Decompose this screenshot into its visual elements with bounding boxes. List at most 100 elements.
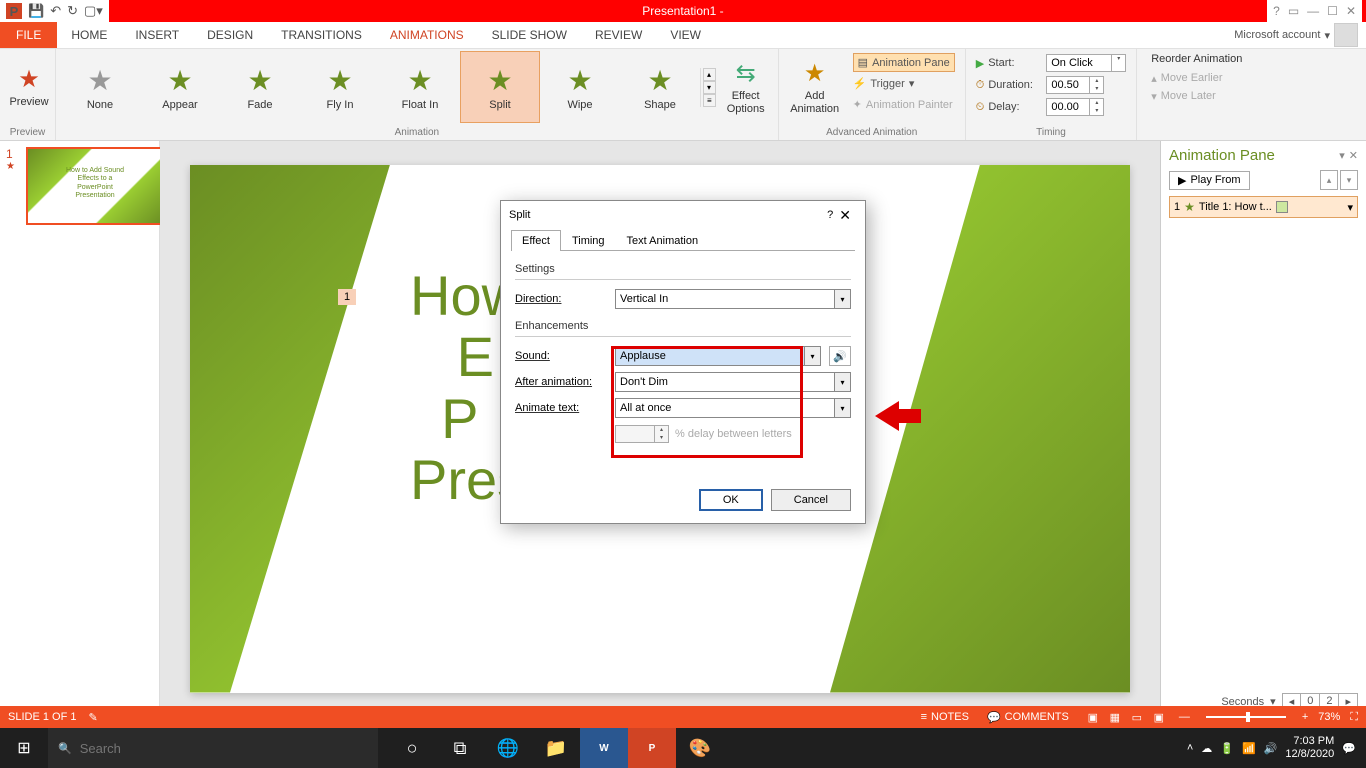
search-box[interactable]: 🔍 — [48, 728, 378, 768]
tab-timing[interactable]: Timing — [561, 230, 616, 251]
duration-input[interactable]: 00.50▴▾ — [1046, 76, 1104, 94]
pane-close-icon[interactable]: ✕ — [1349, 149, 1358, 162]
speaker-icon[interactable]: 🔊 — [829, 346, 851, 366]
anim-appear[interactable]: ★Appear — [140, 51, 220, 123]
tab-transitions[interactable]: TRANSITIONS — [267, 22, 376, 48]
sound-dropdown[interactable]: Applause▾ — [615, 346, 821, 366]
tray-expand-icon[interactable]: ˄ — [1187, 742, 1193, 754]
tab-slideshow[interactable]: SLIDE SHOW — [478, 22, 581, 48]
anim-fade[interactable]: ★Fade — [220, 51, 300, 123]
close-icon[interactable]: ✕ — [1346, 4, 1356, 18]
tab-design[interactable]: DESIGN — [193, 22, 267, 48]
cloud-icon[interactable]: ☁ — [1201, 742, 1212, 755]
sorter-view-icon[interactable]: ▦ — [1105, 709, 1125, 725]
pane-dropdown-icon[interactable]: ▾ — [1339, 149, 1345, 162]
save-icon[interactable]: 💾 — [28, 3, 44, 19]
start-dropdown[interactable]: On Click▾ — [1046, 54, 1126, 72]
direction-label: Direction: — [515, 293, 607, 305]
cortana-icon[interactable]: ○ — [388, 728, 436, 768]
tab-insert[interactable]: INSERT — [121, 22, 193, 48]
play-from-button[interactable]: ▶Play From — [1169, 171, 1250, 190]
zoom-in-icon[interactable]: + — [1302, 711, 1308, 723]
anim-none[interactable]: ★None — [60, 51, 140, 123]
powerpoint-icon[interactable]: P — [628, 728, 676, 768]
volume-icon[interactable]: 🔊 — [1264, 742, 1278, 755]
fit-window-icon[interactable]: ⛶ — [1350, 711, 1358, 724]
move-up-button[interactable]: ▴ — [1320, 170, 1338, 190]
paint-icon[interactable]: 🎨 — [676, 728, 724, 768]
trigger-button[interactable]: ⚡Trigger▾ — [853, 74, 955, 93]
view-mode-buttons[interactable]: ▣ ▦ ▭ ▣ — [1083, 709, 1169, 725]
anim-shape[interactable]: ★Shape — [620, 51, 700, 123]
chrome-icon[interactable]: 🌐 — [484, 728, 532, 768]
preview-button[interactable]: ★ Preview — [4, 51, 54, 123]
notes-button[interactable]: ≡NOTES — [917, 711, 973, 723]
tab-animations[interactable]: ANIMATIONS — [376, 22, 478, 48]
expand-icon[interactable]: ≡ — [703, 94, 716, 107]
after-animation-label: After animation: — [515, 376, 607, 388]
effect-options-button[interactable]: ⇆ Effect Options — [718, 51, 774, 123]
reading-view-icon[interactable]: ▭ — [1127, 709, 1147, 725]
anim-wipe[interactable]: ★Wipe — [540, 51, 620, 123]
tab-text-animation[interactable]: Text Animation — [616, 230, 710, 251]
taskview-icon[interactable]: ⧉ — [436, 728, 484, 768]
tab-review[interactable]: REVIEW — [581, 22, 656, 48]
word-icon[interactable]: W — [580, 728, 628, 768]
statusbar: SLIDE 1 OF 1 ✎ ≡NOTES 💬COMMENTS ▣ ▦ ▭ ▣ … — [0, 706, 1366, 728]
chevron-down-icon: ▾ — [909, 77, 915, 90]
undo-icon[interactable]: ↶ — [50, 3, 61, 19]
add-animation-button[interactable]: ★ Add Animation — [783, 51, 847, 123]
clock[interactable]: 7:03 PM 12/8/2020 — [1285, 735, 1334, 761]
tab-home[interactable]: HOME — [57, 22, 121, 48]
scroll-down-icon[interactable]: ▾ — [703, 81, 716, 94]
split-dialog: Split ? ✕ Effect Timing Text Animation S… — [500, 200, 866, 524]
notifications-icon[interactable]: 💬 — [1342, 742, 1356, 755]
help-icon[interactable]: ? — [1273, 4, 1280, 18]
anim-flyin[interactable]: ★Fly In — [300, 51, 380, 123]
scroll-up-icon[interactable]: ▴ — [703, 68, 716, 81]
move-earlier-button: ▴Move Earlier — [1151, 69, 1242, 87]
redo-icon[interactable]: ↻ — [67, 3, 78, 19]
delay-input[interactable]: 00.00▴▾ — [1046, 98, 1104, 116]
spellcheck-icon[interactable]: ✎ — [88, 711, 97, 724]
animation-number-tag[interactable]: 1 — [338, 289, 356, 305]
chevron-down-icon[interactable]: ▾ — [1347, 201, 1353, 214]
animation-item-1[interactable]: 1 ★ Title 1: How t... ▾ — [1169, 196, 1358, 218]
ok-button[interactable]: OK — [699, 489, 763, 511]
move-down-button[interactable]: ▾ — [1340, 170, 1358, 190]
direction-dropdown[interactable]: Vertical In▾ — [615, 289, 851, 309]
normal-view-icon[interactable]: ▣ — [1083, 709, 1103, 725]
pane-icon: ▤ — [858, 56, 868, 69]
tab-view[interactable]: VIEW — [656, 22, 715, 48]
up-arrow-icon: ▴ — [1151, 72, 1157, 85]
duration-icon: ⏱ — [976, 79, 985, 92]
anim-split[interactable]: ★Split — [460, 51, 540, 123]
battery-icon[interactable]: 🔋 — [1220, 742, 1234, 755]
animation-pane-button[interactable]: ▤Animation Pane — [853, 53, 955, 72]
explorer-icon[interactable]: 📁 — [532, 728, 580, 768]
maximize-icon[interactable]: ☐ — [1327, 4, 1338, 18]
zoom-out-icon[interactable]: — — [1179, 711, 1190, 723]
slideshow-icon[interactable]: ▢▾ — [84, 3, 103, 19]
ribbon-options-icon[interactable]: ▭ — [1288, 4, 1299, 18]
minimize-icon[interactable]: — — [1307, 4, 1319, 18]
tab-effect[interactable]: Effect — [511, 230, 561, 251]
zoom-percent[interactable]: 73% — [1318, 711, 1340, 723]
wifi-icon[interactable]: 📶 — [1242, 742, 1256, 755]
preview-star-icon: ★ — [18, 65, 40, 94]
down-arrow-icon: ▾ — [1151, 90, 1157, 103]
search-input[interactable] — [80, 741, 368, 756]
after-animation-dropdown[interactable]: Don't Dim▾ — [615, 372, 851, 392]
anim-floatin[interactable]: ★Float In — [380, 51, 460, 123]
slide-thumbnail-1[interactable]: How to Add Sound Effects to a PowerPoint… — [26, 147, 164, 225]
start-button[interactable]: ⊞ — [0, 728, 48, 768]
slideshow-view-icon[interactable]: ▣ — [1149, 709, 1169, 725]
animate-text-dropdown[interactable]: All at once▾ — [615, 398, 851, 418]
anim-gallery-scroll[interactable]: ▴ ▾ ≡ — [700, 68, 718, 107]
close-icon[interactable]: ✕ — [833, 207, 857, 224]
account-menu[interactable]: Microsoft account ▾ — [1226, 22, 1366, 48]
cancel-button[interactable]: Cancel — [771, 489, 851, 511]
file-tab[interactable]: FILE — [0, 22, 57, 48]
comments-button[interactable]: 💬COMMENTS — [983, 711, 1073, 724]
zoom-slider[interactable] — [1206, 716, 1286, 718]
